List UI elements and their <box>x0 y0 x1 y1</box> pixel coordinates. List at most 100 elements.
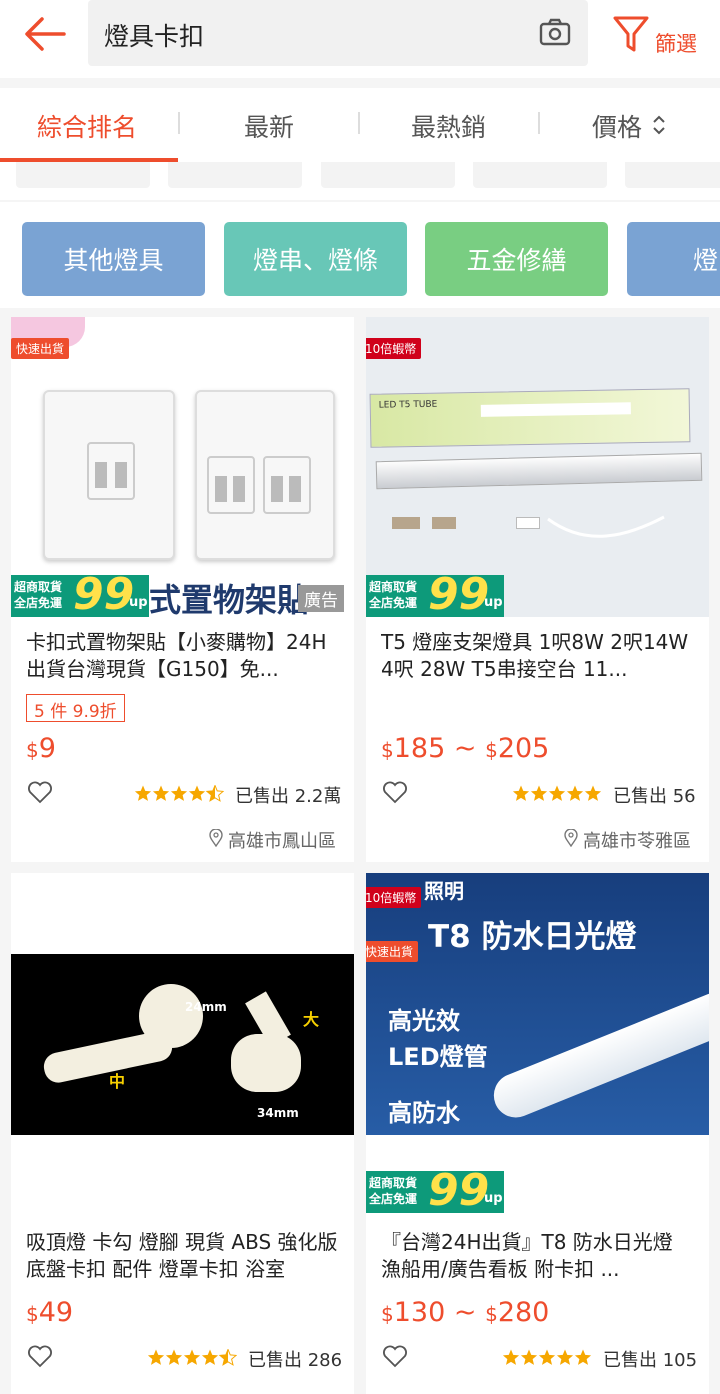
search-input[interactable]: 燈具卡扣 <box>88 0 588 66</box>
tube-light <box>487 985 709 1125</box>
discount-tag[interactable]: 5 件 9.9折 <box>26 694 125 722</box>
star-icon <box>538 1349 556 1365</box>
fast-ship-tag: 快速出貨 <box>11 338 70 359</box>
tab-divider <box>178 112 180 134</box>
product-title: 吸頂燈 卡勾 燈腳 現貨 ABS 強化版 底盤卡扣 配件 燈罩卡扣 浴室 <box>26 1230 338 1281</box>
top-bar: 燈具卡扣 篩選 <box>0 0 720 78</box>
free-shipping-badge: 超商取貨 全店免運 99 up <box>366 569 504 617</box>
banner-text: 式置物架貼 <box>149 581 310 617</box>
star-icon <box>205 785 224 802</box>
rating-stars <box>512 785 602 801</box>
shop-location: 高雄市苓雅區 <box>583 831 691 852</box>
product-price: $185 ~ $205 <box>381 733 550 764</box>
star-icon <box>548 785 566 801</box>
star-icon <box>152 785 170 801</box>
tab-divider <box>538 112 540 134</box>
product-image: 照明 10倍蝦幣 快速出貨 T8 防水日光燈 高光效 LED燈管 高防水 超商取… <box>366 873 709 1213</box>
product-card[interactable]: 快速出貨 超商取貨 全店免運 99 up 式置物架貼 廣告 卡扣式置物架貼【小麥購… <box>11 317 354 862</box>
star-icon <box>530 785 548 801</box>
filter-chip[interactable] <box>473 162 607 188</box>
banner-line2: LED燈管 <box>388 1043 488 1071</box>
rating-stars <box>134 785 224 802</box>
location-pin-icon <box>564 829 578 847</box>
product-price: $49 <box>26 1297 74 1328</box>
tab-relevance[interactable]: 綜合排名 <box>37 108 137 144</box>
star-icon <box>566 785 584 801</box>
star-icon <box>512 785 530 801</box>
shop-location: 高雄市鳳山區 <box>228 831 336 852</box>
product-image: 24mm 34mm 大 中 <box>11 873 354 1213</box>
product-price: $9 <box>26 733 56 764</box>
category-row: 其他燈具 燈串、燈條 五金修繕 燈 <box>0 202 720 308</box>
tab-top-sales[interactable]: 最熱銷 <box>411 108 486 144</box>
sort-tabs: 綜合排名 最新 最熱銷 價格 <box>0 88 720 162</box>
star-icon <box>556 1349 574 1365</box>
heart-icon[interactable] <box>27 781 53 805</box>
filter-chip[interactable] <box>321 162 455 188</box>
tab-latest[interactable]: 最新 <box>244 108 294 144</box>
product-title: 卡扣式置物架貼【小麥購物】24H出貨台灣現貨【G150】免... <box>26 630 327 681</box>
star-icon <box>584 785 602 801</box>
search-query: 燈具卡扣 <box>104 22 205 51</box>
category-lighting[interactable]: 燈 <box>627 222 720 296</box>
sold-count: 已售出 2.2萬 <box>235 786 342 807</box>
rating-stars <box>502 1349 592 1365</box>
fast-ship-tag: 快速出貨 <box>366 941 419 962</box>
sort-chevron-icon[interactable] <box>650 112 668 138</box>
tab-price[interactable]: 價格 <box>592 108 642 144</box>
hook-panel <box>43 390 175 560</box>
filter-label: 篩選 <box>655 32 697 56</box>
star-icon <box>188 785 206 801</box>
banner-line3: 高防水 <box>388 1099 460 1127</box>
filter-chip[interactable] <box>168 162 302 188</box>
star-icon <box>218 1349 237 1366</box>
sold-count: 已售出 56 <box>613 786 696 807</box>
funnel-icon <box>613 16 649 52</box>
star-icon <box>147 1349 165 1365</box>
star-icon <box>201 1349 219 1365</box>
product-card[interactable]: 10倍蝦幣 LED T5 TUBE 超商取貨 全店免運 99 up T5 燈座支架… <box>366 317 709 862</box>
coin-reward-tag: 10倍蝦幣 <box>366 338 422 359</box>
back-arrow-icon[interactable] <box>22 14 70 54</box>
category-other-lighting[interactable]: 其他燈具 <box>22 222 205 296</box>
product-photo: 24mm 34mm 大 中 <box>11 954 354 1135</box>
star-icon <box>502 1349 520 1365</box>
star-icon <box>165 1349 183 1365</box>
tab-divider <box>358 112 360 134</box>
filter-chip[interactable] <box>16 162 150 188</box>
star-icon <box>574 1349 592 1365</box>
product-title: T5 燈座支架燈具 1呎8W 2呎14W 4呎 28W T5串接空台 11... <box>381 630 689 681</box>
product-title: 『台灣24H出貨』T8 防水日光燈 漁船用/廣告看板 附卡扣 ... <box>381 1230 673 1281</box>
free-shipping-badge: 超商取貨 全店免運 99 up <box>366 1165 504 1213</box>
hook-panel <box>195 390 335 560</box>
category-hardware-repair[interactable]: 五金修繕 <box>425 222 608 296</box>
filter-chips-row <box>0 162 720 200</box>
banner-headline: T8 防水日光燈 <box>428 919 637 955</box>
product-image: 快速出貨 超商取貨 全店免運 99 up 式置物架貼 廣告 <box>11 317 354 617</box>
product-price: $130 ~ $280 <box>381 1297 550 1328</box>
product-image: 10倍蝦幣 LED T5 TUBE 超商取貨 全店免運 99 up <box>366 317 709 617</box>
heart-icon[interactable] <box>27 1345 53 1369</box>
sold-count: 已售出 286 <box>248 1350 343 1371</box>
light-fixture <box>375 452 703 490</box>
heart-icon[interactable] <box>382 1345 408 1369</box>
brand-text: 照明 <box>424 879 464 903</box>
coin-reward-tag: 10倍蝦幣 <box>366 887 422 908</box>
heart-icon[interactable] <box>382 781 408 805</box>
star-icon <box>134 785 152 801</box>
free-shipping-badge: 超商取貨 全店免運 99 up <box>11 569 149 617</box>
camera-icon[interactable] <box>538 16 572 48</box>
product-box: LED T5 TUBE <box>369 388 691 448</box>
location-pin-icon <box>209 829 223 847</box>
star-icon <box>520 1349 538 1365</box>
banner-line1: 高光效 <box>388 1007 460 1035</box>
rating-stars <box>147 1349 237 1366</box>
product-card[interactable]: 照明 10倍蝦幣 快速出貨 T8 防水日光燈 高光效 LED燈管 高防水 超商取… <box>366 873 709 1394</box>
ad-label: 廣告 <box>298 585 344 612</box>
product-card[interactable]: 24mm 34mm 大 中 吸頂燈 卡勾 燈腳 現貨 ABS 強化版 底盤卡扣 … <box>11 873 354 1394</box>
filter-button[interactable]: 篩選 <box>610 12 720 58</box>
filter-chip[interactable] <box>625 162 720 188</box>
star-icon <box>183 1349 201 1365</box>
category-light-strings[interactable]: 燈串、燈條 <box>224 222 407 296</box>
sold-count: 已售出 105 <box>603 1350 698 1371</box>
